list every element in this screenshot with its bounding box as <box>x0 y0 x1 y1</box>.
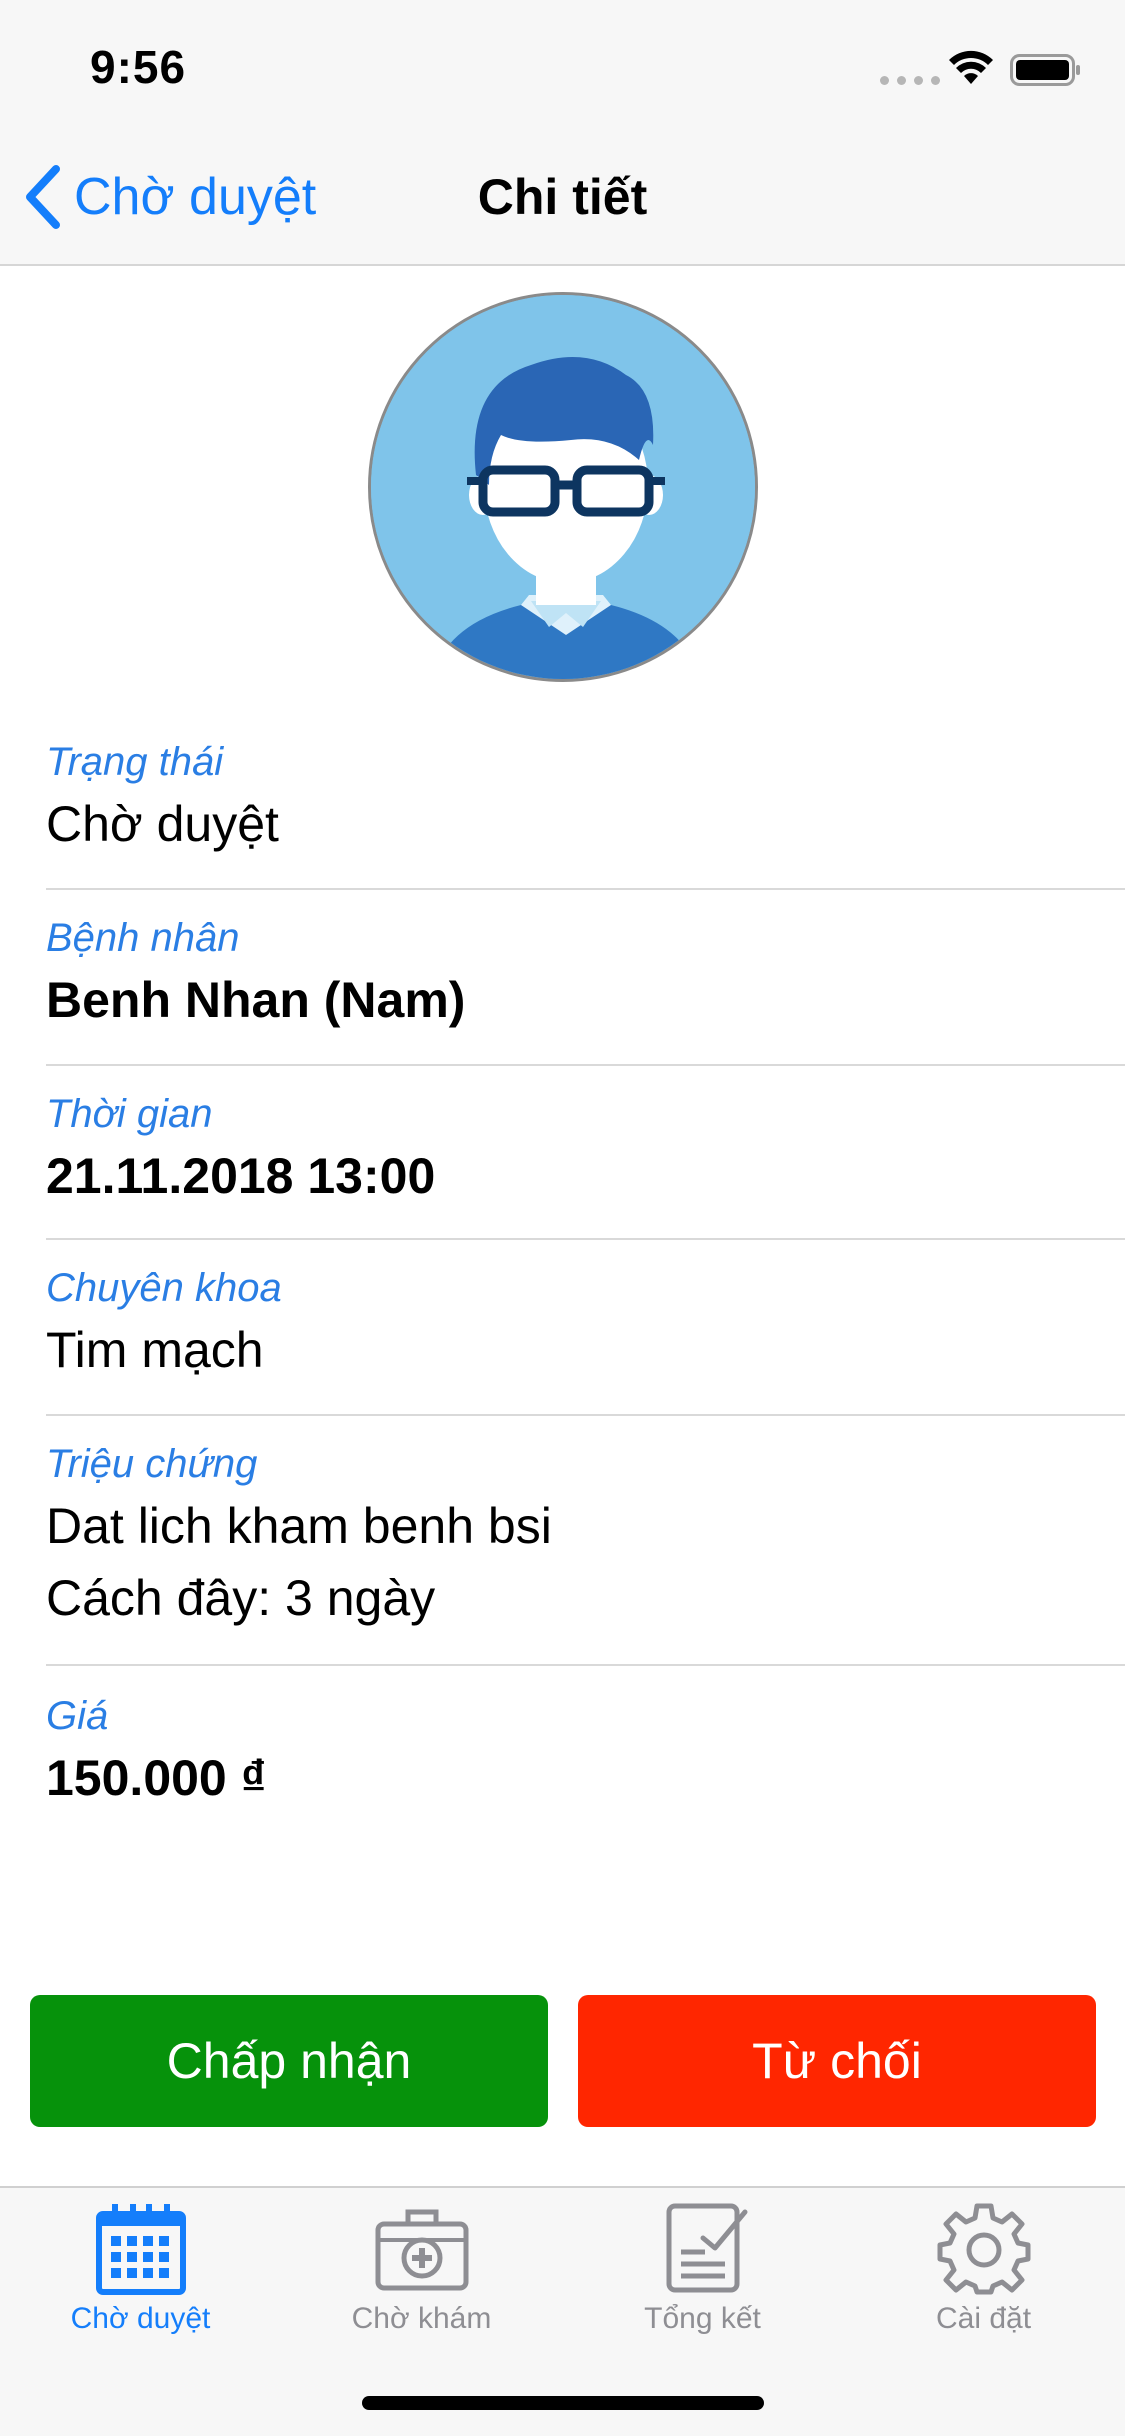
tab-label: Tổng kết <box>644 2302 761 2335</box>
status-value: Chờ duyệt <box>46 796 279 852</box>
calendar-icon <box>95 2204 186 2295</box>
price-value: 150.000 ₫ <box>46 1750 267 1806</box>
status-row: Trạng thái Chờ duyệt <box>0 736 1125 890</box>
specialty-label: Chuyên khoa <box>46 1266 282 1310</box>
symptoms-row: Triệu chứng Dat lich kham benh bsi Cách … <box>0 1438 1125 1666</box>
checklist-icon <box>666 2203 747 2293</box>
patient-value: Benh Nhan (Nam) <box>46 972 466 1028</box>
page-title: Chi tiết <box>477 169 648 225</box>
divider <box>46 1064 1125 1066</box>
status-bar: 9:56 <box>0 0 1125 132</box>
cellular-signal-icon <box>880 76 940 85</box>
tab-label: Chờ khám <box>351 2302 492 2335</box>
symptoms-duration: Cách đây: 3 ngày <box>46 1570 436 1626</box>
divider <box>46 888 1125 890</box>
symptoms-label: Triệu chứng <box>46 1442 258 1486</box>
accept-button[interactable]: Chấp nhận <box>30 1995 548 2127</box>
battery-icon <box>1010 54 1080 86</box>
divider <box>46 1238 1125 1240</box>
medical-kit-icon <box>375 2209 468 2291</box>
price-label: Giá <box>46 1694 109 1738</box>
tab-tong-ket[interactable]: Tổng kết <box>562 2200 843 2350</box>
time-row: Thời gian 21.11.2018 13:00 <box>0 1088 1125 1240</box>
patient-label: Bệnh nhân <box>46 916 240 960</box>
user-avatar-icon <box>371 295 755 679</box>
wifi-icon <box>949 50 993 84</box>
home-indicator[interactable] <box>362 2396 764 2410</box>
price-row: Giá 150.000 ₫ <box>0 1690 1125 1830</box>
avatar <box>368 292 758 682</box>
divider <box>46 1664 1125 1666</box>
status-time: 9:56 <box>90 41 187 93</box>
specialty-row: Chuyên khoa Tim mạch <box>0 1262 1125 1416</box>
tab-cho-duyet[interactable]: Chờ duyệt <box>0 2200 281 2350</box>
screen: 9:56 Chờ duyệt Chi tiết Trạng thái Chờ d… <box>0 0 1125 2436</box>
tab-label: Chờ duyệt <box>70 2302 211 2335</box>
time-value: 21.11.2018 13:00 <box>46 1148 436 1204</box>
gear-icon <box>937 2203 1030 2295</box>
reject-button[interactable]: Từ chối <box>578 1995 1096 2127</box>
symptoms-value: Dat lich kham benh bsi <box>46 1498 552 1554</box>
tab-cai-dat[interactable]: Cài đặt <box>843 2200 1124 2350</box>
navigation-bar: Chờ duyệt Chi tiết <box>0 132 1125 266</box>
specialty-value: Tim mạch <box>46 1322 264 1378</box>
divider <box>46 1414 1125 1416</box>
tab-cho-kham[interactable]: Chờ khám <box>281 2200 562 2350</box>
time-label: Thời gian <box>46 1092 213 1136</box>
patient-row: Bệnh nhân Benh Nhan (Nam) <box>0 912 1125 1066</box>
status-label: Trạng thái <box>46 740 224 784</box>
tab-label: Cài đặt <box>935 2302 1032 2335</box>
